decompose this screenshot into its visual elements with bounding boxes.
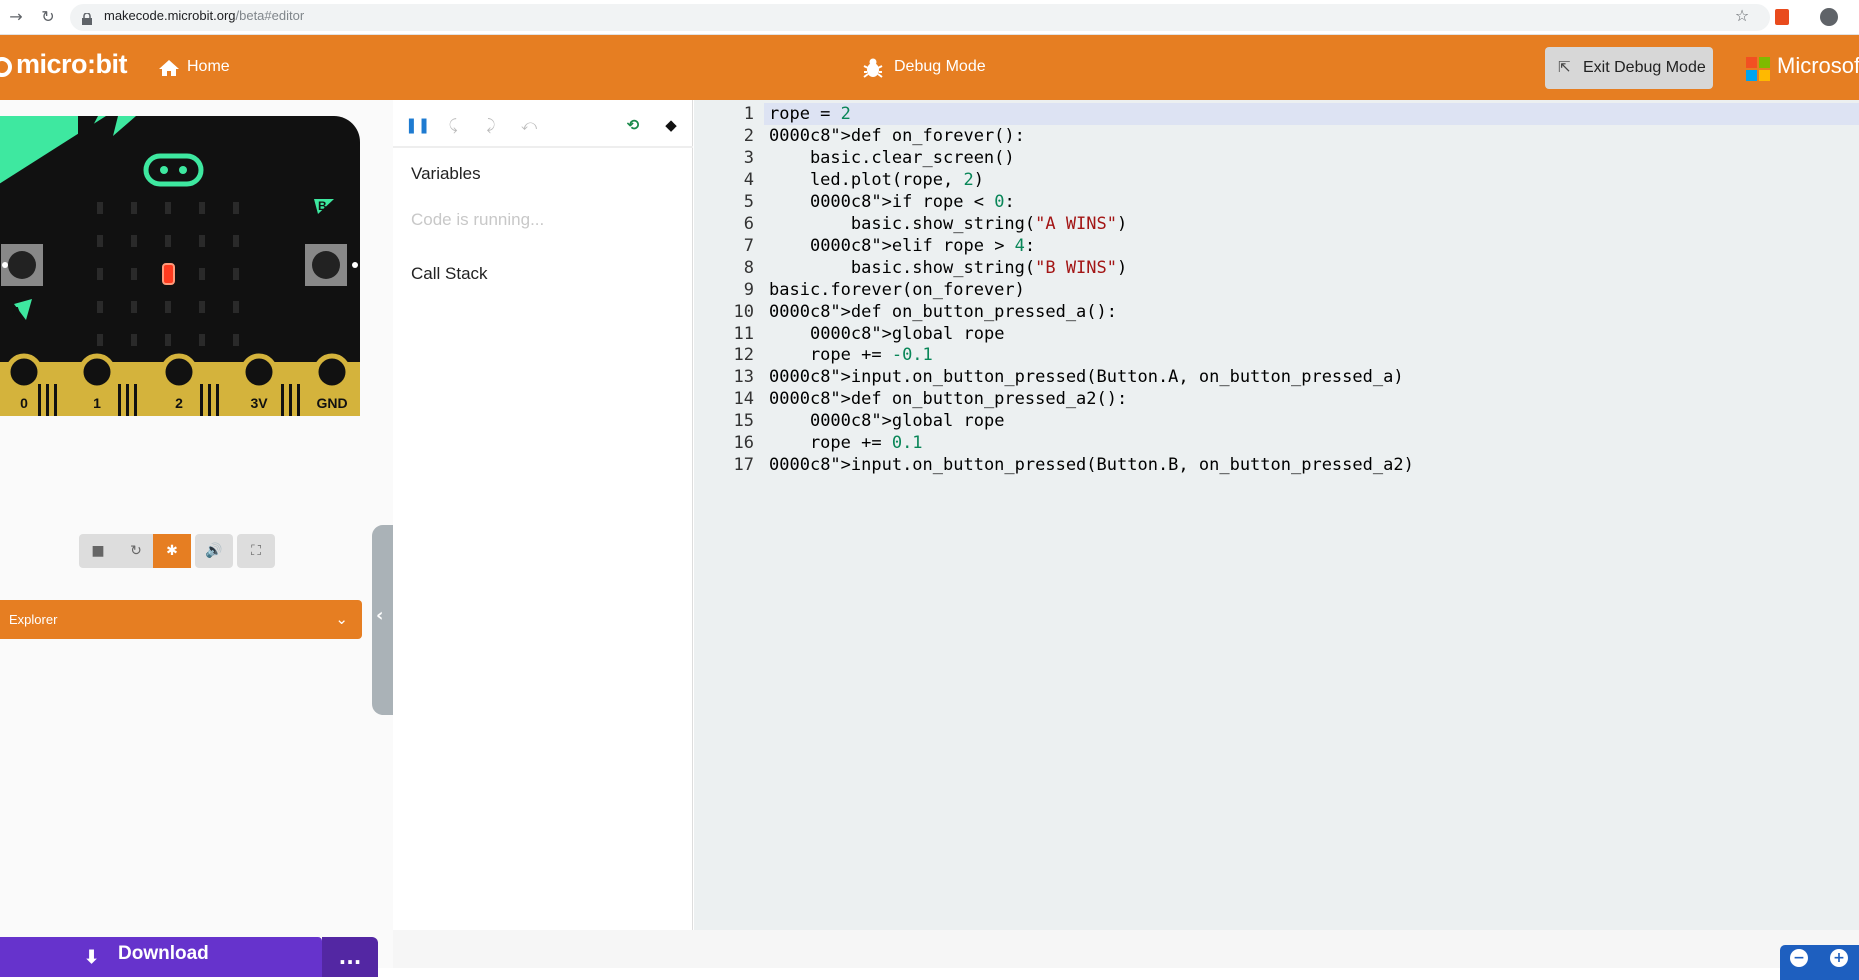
line-number: 1 <box>743 104 754 124</box>
debugger-toolbar: ❚❚ ⤹ ⤸ ⤺ ⟲ ◆ <box>393 100 693 148</box>
lock-icon <box>82 10 92 25</box>
address-bar[interactable] <box>70 4 1770 31</box>
microsoft-brand: Microsof <box>1777 53 1859 78</box>
button-a-label: A <box>12 304 22 319</box>
microbit-simulator-board[interactable]: A B 0 1 2 3V GND <box>0 116 361 418</box>
step-out-icon[interactable]: ⤺ <box>519 115 539 135</box>
line-number: 4 <box>743 169 754 190</box>
more-options-button[interactable]: ... <box>322 937 378 977</box>
code-line[interactable]: 0000c8">def on_button_pressed_a2(): <box>769 389 1127 409</box>
line-number: 7 <box>743 235 754 256</box>
code-line[interactable]: rope += -0.1 <box>769 345 933 365</box>
line-number: 17 <box>733 455 754 476</box>
external-link-icon: ⇱ <box>1558 59 1571 76</box>
button-b-label: B <box>318 199 327 213</box>
microbit-logo[interactable]: micro:bit <box>16 49 128 80</box>
line-number: 15 <box>733 411 754 432</box>
pin-3v-label: 3V <box>250 395 268 411</box>
home-icon[interactable] <box>158 59 180 81</box>
run-status-text: Code is running... <box>411 210 545 229</box>
exit-debug-mode-button[interactable]: ⇱ Exit Debug Mode <box>1545 47 1713 89</box>
slow-mode-icon[interactable]: ◆ <box>661 115 681 135</box>
simulator-pane: A B 0 1 2 3V GND ■ ↻ ✱ 🔊 ⛶ Explorer ⌄ ‹ <box>0 100 393 968</box>
line-number: 3 <box>743 147 754 168</box>
reload-icon[interactable]: ↻ <box>38 7 58 27</box>
code-line[interactable]: basic.forever(on_forever) <box>769 280 1025 300</box>
stop-icon[interactable]: ■ <box>79 534 117 568</box>
microbit-logo-icon <box>0 57 12 77</box>
code-line[interactable]: basic.clear_screen() <box>769 148 1015 168</box>
home-button[interactable]: Home <box>187 58 230 76</box>
zoom-in-icon[interactable]: + <box>1830 949 1848 967</box>
back-arrow-icon[interactable]: → <box>6 7 26 27</box>
editor-footer <box>393 930 1859 968</box>
star-icon[interactable]: ☆ <box>1732 6 1752 26</box>
collapse-simulator-handle[interactable]: ‹ <box>372 525 393 715</box>
code-line[interactable]: 0000c8">elif rope > 4: <box>769 236 1035 256</box>
editor-menu-bar: micro:bit Home Debug Mode ⇱ Exit Debug M… <box>0 35 1859 100</box>
pause-icon[interactable]: ❚❚ <box>405 115 430 135</box>
variables-header: Variables <box>411 164 481 183</box>
microsoft-logo-icon[interactable] <box>1746 57 1770 81</box>
lit-led <box>162 263 175 285</box>
line-number: 12 <box>733 345 754 366</box>
line-number: 10 <box>733 301 754 322</box>
restart-icon[interactable]: ↻ <box>117 534 155 568</box>
code-line[interactable]: 0000c8">def on_button_pressed_a(): <box>769 302 1117 322</box>
code-line[interactable]: 0000c8">def on_forever(): <box>769 126 1025 146</box>
code-line[interactable]: 0000c8">input.on_button_pressed(Button.B… <box>769 455 1414 475</box>
code-line[interactable]: 0000c8">input.on_button_pressed(Button.A… <box>769 367 1404 387</box>
call-stack-header: Call Stack <box>411 264 488 283</box>
debug-mode-label: Debug Mode <box>894 58 986 75</box>
explorer-panel-header[interactable]: Explorer ⌄ <box>0 600 362 639</box>
zoom-out-icon[interactable]: − <box>1790 949 1808 967</box>
debugger-pane: ❚❚ ⤹ ⤸ ⤺ ⟲ ◆ Variables Code is running..… <box>393 100 693 930</box>
pin-0-label: 0 <box>20 395 28 411</box>
profile-icon[interactable] <box>1820 8 1838 26</box>
exit-debug-label: Exit Debug Mode <box>1583 59 1706 76</box>
code-line[interactable]: basic.show_string("A WINS") <box>769 214 1127 234</box>
line-number: 5 <box>743 191 754 212</box>
code-line[interactable]: 0000c8">if rope < 0: <box>769 192 1015 212</box>
line-number: 9 <box>743 279 754 300</box>
code-line[interactable]: 0000c8">global rope <box>769 411 1004 431</box>
debug-toggle-icon[interactable]: ✱ <box>153 534 191 568</box>
browser-toolbar: → ↻ makecode.microbit.org/beta#editor ☆ <box>0 0 1859 35</box>
code-line[interactable]: basic.show_string("B WINS") <box>769 258 1127 278</box>
current-line-highlight <box>764 103 1859 125</box>
line-number: 16 <box>733 433 754 454</box>
pin-1-label: 1 <box>93 395 101 411</box>
step-into-icon[interactable]: ⤸ <box>481 115 501 135</box>
line-number: 6 <box>743 213 754 234</box>
download-icon: ⬇ <box>84 947 100 967</box>
code-line[interactable]: led.plot(rope, 2) <box>769 170 984 190</box>
code-editor[interactable]: 1 rope = 2 2 0000c8">def on_forever(): 3 bas… <box>694 100 1859 930</box>
pin-gnd-label: GND <box>316 395 347 411</box>
line-number: 2 <box>743 125 754 146</box>
pin-2-label: 2 <box>175 395 183 411</box>
step-over-icon[interactable]: ⤹ <box>443 115 463 135</box>
download-label: Download <box>118 943 209 964</box>
line-number: 11 <box>733 323 754 344</box>
code-line[interactable]: 0000c8">global rope <box>769 324 1004 344</box>
explorer-label: Explorer <box>9 612 58 627</box>
code-line[interactable]: rope += 0.1 <box>769 433 923 453</box>
line-number: 8 <box>743 257 754 278</box>
chevron-down-icon: ⌄ <box>335 611 348 628</box>
zoom-controls: − + <box>1780 945 1859 980</box>
bug-icon <box>862 57 884 83</box>
office-extension-icon[interactable] <box>1775 9 1789 25</box>
restart-debug-icon[interactable]: ⟲ <box>623 115 643 135</box>
chevron-left-icon: ‹ <box>376 605 384 626</box>
mute-icon[interactable]: 🔊 <box>195 534 233 568</box>
url-text[interactable]: makecode.microbit.org/beta#editor <box>104 8 304 23</box>
download-button[interactable]: ⬇ Download <box>0 937 322 977</box>
fullscreen-icon[interactable]: ⛶ <box>237 534 275 568</box>
line-number: 13 <box>733 367 754 388</box>
line-number: 14 <box>733 389 754 410</box>
code-line[interactable]: rope = 2 <box>769 104 851 124</box>
